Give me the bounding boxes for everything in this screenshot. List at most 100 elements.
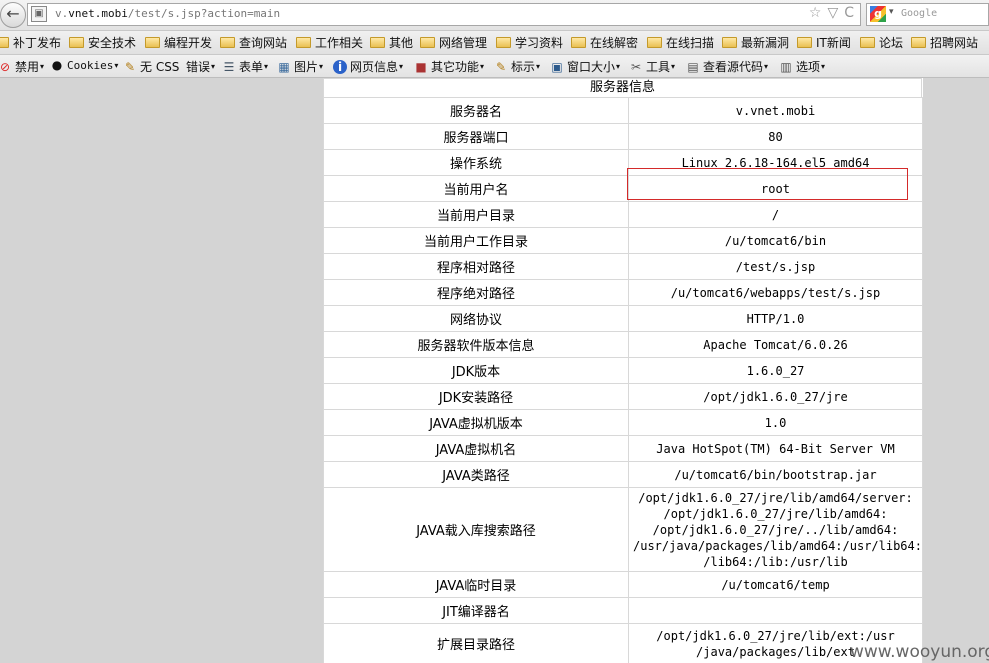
tb-label: 网页信息 bbox=[350, 60, 399, 74]
tb-label: Cookies bbox=[67, 58, 114, 72]
row-label: 操作系统 bbox=[323, 149, 629, 176]
watermark: www.wooyun.org bbox=[850, 642, 989, 662]
folder-icon bbox=[860, 37, 875, 48]
info-icon: i bbox=[333, 59, 347, 74]
search-engine-dropdown-icon[interactable]: ▾ bbox=[889, 7, 894, 17]
row-label: 服务器端口 bbox=[323, 123, 629, 150]
bookmark-folder[interactable]: 编程开发 bbox=[145, 34, 212, 51]
google-icon[interactable]: g bbox=[870, 6, 886, 22]
tb-errors-menu[interactable]: 错误 ▾ bbox=[186, 58, 215, 75]
row-label: 程序绝对路径 bbox=[323, 279, 629, 306]
tb-css-menu[interactable]: ✎ 无 CSS bbox=[123, 58, 179, 75]
tb-label: 禁用 bbox=[15, 60, 40, 74]
bookmark-folder[interactable]: 学习资料 bbox=[496, 34, 563, 51]
table-row: 扩展目录路径/opt/jdk1.6.0_27/jre/lib/ext:/usr … bbox=[323, 623, 923, 663]
table-row: 程序相对路径/test/s.jsp bbox=[323, 253, 923, 280]
document-icon: ▤ bbox=[687, 59, 699, 74]
row-label: 服务器名 bbox=[323, 97, 629, 124]
history-dropdown-icon[interactable]: ▽ bbox=[827, 5, 838, 21]
dropdown-arrow-icon: ▾ bbox=[399, 62, 404, 71]
table-row: JAVA虚拟机版本 1.0 bbox=[323, 409, 923, 436]
bookmark-folder[interactable]: 其他 bbox=[370, 34, 413, 51]
bookmark-folder[interactable]: 论坛 bbox=[860, 34, 903, 51]
dropdown-arrow-icon: ▾ bbox=[480, 62, 485, 71]
table-row: JDK版本 1.6.0_27 bbox=[323, 357, 923, 384]
table-row: JAVA载入库搜索路径/opt/jdk1.6.0_27/jre/lib/amd6… bbox=[323, 487, 923, 572]
table-row: 网络协议 HTTP/1.0 bbox=[323, 305, 923, 332]
url-domain: vnet.mobi bbox=[68, 7, 128, 20]
address-bar[interactable]: ▣ v.vnet.mobi/test/s.jsp?action=main ☆ ▽ C bbox=[27, 3, 861, 26]
row-value: /opt/jdk1.6.0_27/jre bbox=[628, 383, 923, 410]
table-row: 当前用户工作目录/u/tomcat6/bin bbox=[323, 227, 923, 254]
folder-icon bbox=[722, 37, 737, 48]
tb-forms-menu[interactable]: ☰ 表单 ▾ bbox=[222, 58, 268, 75]
tb-label: 表单 bbox=[239, 60, 264, 74]
folder-icon bbox=[296, 37, 311, 48]
tb-outline-menu[interactable]: ✎ 标示 ▾ bbox=[494, 58, 540, 75]
dropdown-arrow-icon: ▾ bbox=[671, 62, 676, 71]
row-value: Java HotSpot(TM) 64-Bit Server VM bbox=[628, 435, 923, 462]
search-bar[interactable]: g ▾ Google bbox=[866, 3, 989, 26]
bookmark-label: 补丁发布 bbox=[13, 36, 62, 50]
bookmark-folder[interactable]: 在线解密 bbox=[571, 34, 638, 51]
options-icon: ▥ bbox=[780, 59, 792, 74]
form-icon: ☰ bbox=[223, 59, 235, 74]
bookmark-label: IT新闻 bbox=[816, 36, 851, 50]
tb-disable-menu[interactable]: ⊘ 禁用 ▾ bbox=[0, 58, 44, 75]
row-label: JAVA虚拟机名 bbox=[323, 435, 629, 462]
row-value: /opt/jdk1.6.0_27/jre/lib/amd64/server: /… bbox=[628, 487, 923, 572]
row-label: JAVA类路径 bbox=[323, 461, 629, 488]
tb-view-source-menu[interactable]: ▤ 查看源代码 ▾ bbox=[686, 58, 768, 75]
bookmark-folder[interactable]: 网络管理 bbox=[420, 34, 487, 51]
pencil-icon: ✎ bbox=[124, 59, 136, 74]
bookmark-folder[interactable]: 安全技术 bbox=[69, 34, 136, 51]
window-icon: ▣ bbox=[551, 59, 563, 74]
search-placeholder: Google bbox=[901, 8, 938, 19]
bookmark-folder[interactable]: 在线扫描 bbox=[647, 34, 714, 51]
url-actions: ☆ ▽ C bbox=[803, 5, 854, 21]
back-button[interactable]: ← bbox=[0, 2, 26, 28]
tb-images-menu[interactable]: ▦ 图片 ▾ bbox=[277, 58, 323, 75]
web-developer-toolbar: ⊘ 禁用 ▾ ● Cookies ▾ ✎ 无 CSS 错误 ▾ ☰ 表单 ▾ ▦ 图片 ▾ i 网页信… bbox=[0, 55, 989, 78]
url-prefix: v. bbox=[55, 7, 69, 20]
bookmark-folder[interactable]: 招聘网站 bbox=[911, 34, 978, 51]
url-text: v.vnet.mobi/test/s.jsp?action=main bbox=[55, 7, 280, 20]
bookmark-folder[interactable]: 查询网站 bbox=[220, 34, 287, 51]
tb-tools-menu[interactable]: ✂ 工具 ▾ bbox=[629, 58, 675, 75]
row-label: 当前用户目录 bbox=[323, 201, 629, 228]
bookmark-label: 安全技术 bbox=[88, 36, 137, 50]
bookmark-folder[interactable]: 补丁发布 bbox=[0, 34, 61, 51]
reload-icon[interactable]: C bbox=[844, 5, 854, 21]
bookmark-label: 网络管理 bbox=[439, 36, 488, 50]
page-content: 服务器信息 服务器名 v.vnet.mobi 服务器端口 80 操作系统 Linux 2.… bbox=[323, 78, 923, 663]
bookmark-label: 招聘网站 bbox=[930, 36, 979, 50]
tb-misc-menu[interactable]: ■ 其它功能 ▾ bbox=[414, 58, 484, 75]
bookmark-label: 查询网站 bbox=[239, 36, 288, 50]
bookmark-label: 学习资料 bbox=[515, 36, 564, 50]
folder-icon bbox=[647, 37, 662, 48]
bookmark-folder[interactable]: 工作相关 bbox=[296, 34, 363, 51]
dropdown-arrow-icon: ▾ bbox=[264, 62, 269, 71]
tb-cookies-menu[interactable]: ● Cookies ▾ bbox=[50, 58, 119, 72]
table-row: 服务器软件版本信息 Apache Tomcat/6.0.26 bbox=[323, 331, 923, 358]
row-label: JAVA临时目录 bbox=[323, 571, 629, 598]
user-icon: ● bbox=[51, 58, 63, 72]
bookmark-folder[interactable]: IT新闻 bbox=[797, 34, 851, 51]
row-label: JDK安装路径 bbox=[323, 383, 629, 410]
bookmark-label: 论坛 bbox=[879, 36, 904, 50]
table-row: JAVA临时目录/u/tomcat6/temp bbox=[323, 571, 923, 598]
bookmarks-bar: 补丁发布 安全技术 编程开发 查询网站 工作相关 其他 网络管理 学习资料 在线… bbox=[0, 31, 989, 55]
bookmark-folder[interactable]: 最新漏洞 bbox=[722, 34, 789, 51]
row-label: 当前用户工作目录 bbox=[323, 227, 629, 254]
bookmark-star-icon[interactable]: ☆ bbox=[809, 5, 822, 21]
table-row: JIT编译器名 bbox=[323, 597, 923, 624]
row-value: /test/s.jsp bbox=[628, 253, 923, 280]
folder-icon bbox=[0, 37, 9, 48]
dropdown-arrow-icon: ▾ bbox=[536, 62, 541, 71]
tb-resize-menu[interactable]: ▣ 窗口大小 ▾ bbox=[550, 58, 620, 75]
row-label: 网络协议 bbox=[323, 305, 629, 332]
tb-information-menu[interactable]: i 网页信息 ▾ bbox=[333, 58, 403, 75]
tb-options-menu[interactable]: ▥ 选项 ▾ bbox=[779, 58, 825, 75]
row-value: Apache Tomcat/6.0.26 bbox=[628, 331, 923, 358]
tb-label: 标示 bbox=[511, 60, 536, 74]
